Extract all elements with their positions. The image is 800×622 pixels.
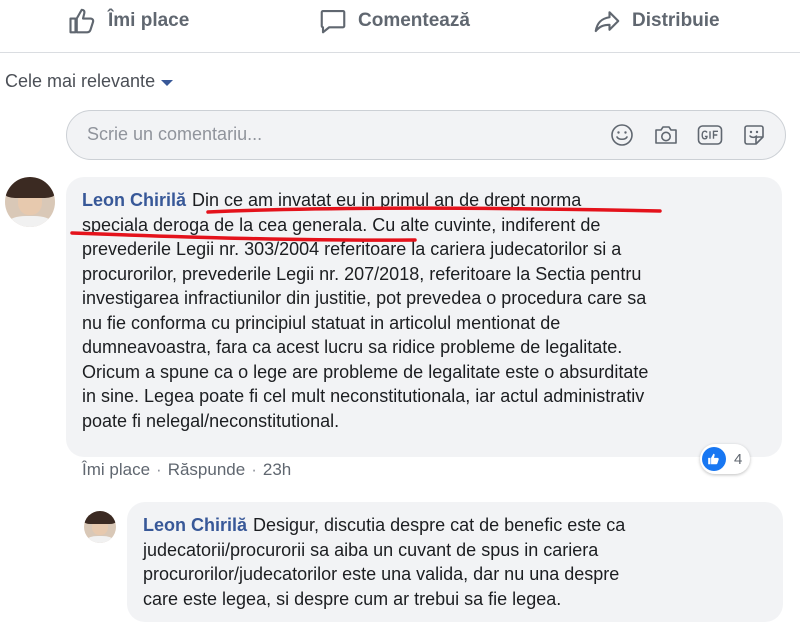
- comment-author-link[interactable]: Leon Chirilă: [82, 190, 186, 210]
- composer-placeholder: Scrie un comentariu...: [87, 124, 263, 144]
- comment-line-10: poate fi nelegal/neconstitutional.: [82, 410, 340, 431]
- share-action-button[interactable]: Distribuie: [592, 2, 720, 40]
- meta-separator: ·: [251, 460, 257, 479]
- comment-line-1: Din ce am invatat eu in primul an de dre…: [192, 190, 582, 210]
- comment-composer[interactable]: Scrie un comentariu...: [66, 110, 786, 160]
- reply-line-2: judecatorii/procurorii sa aiba un cuvant…: [143, 539, 599, 560]
- like-action-button[interactable]: Îmi place: [68, 2, 189, 40]
- gif-icon[interactable]: [697, 122, 723, 148]
- caret-down-icon: [161, 79, 174, 86]
- reply-author-link[interactable]: Leon Chirilă: [143, 515, 247, 535]
- comment-bubble: Leon Chirilă Din ce am invatat eu in prim…: [66, 177, 782, 457]
- comment-like-link[interactable]: Îmi place: [82, 460, 150, 480]
- comment-line-6: nu fie conforma cu principiul statuat in…: [82, 312, 561, 333]
- reply-line-1: Desigur, discutia despre cat de benefic …: [253, 515, 626, 535]
- reply-line-3: procurorilor/judecatorilor este una vali…: [143, 564, 620, 584]
- reply-bubble: Leon Chirilă Desigur, discutia despre cat…: [127, 502, 783, 622]
- like-reaction-icon: [702, 447, 726, 471]
- like-action-label: Îmi place: [108, 10, 190, 31]
- share-action-label: Distribuie: [632, 10, 720, 31]
- sticker-icon[interactable]: [741, 122, 767, 148]
- speech-bubble-icon: [320, 9, 346, 34]
- camera-icon[interactable]: [653, 122, 679, 148]
- comment-body: Leon Chirilă Din ce am invatat eu in prim…: [82, 188, 766, 433]
- comment-line-3: prevederile Legii nr. 303/2004 referitoa…: [82, 239, 622, 259]
- reply-body: Leon Chirilă Desigur, discutia despre cat…: [143, 513, 767, 611]
- commenter-avatar[interactable]: [5, 177, 55, 227]
- comment-line-5: investigarea infractiunilor din justitie…: [82, 288, 647, 308]
- comment-line-8: Oricum a spune ca o lege are probleme de…: [82, 361, 649, 382]
- comment-line-9: in sine. Legea poate fi cel mult neconst…: [82, 386, 645, 406]
- emoji-icon[interactable]: [609, 122, 635, 148]
- comment-action-button[interactable]: Comentează: [318, 2, 470, 40]
- share-arrow-icon: [594, 11, 620, 33]
- comment-sort-dropdown[interactable]: Cele mai relevante: [5, 71, 174, 92]
- post-action-bar: Îmi place Comentează Distribuie: [0, 0, 800, 53]
- comment-line-2: speciala deroga de la cea generala. Cu a…: [82, 214, 601, 235]
- comment-reply-link[interactable]: Răspunde: [168, 460, 246, 480]
- comment-timestamp[interactable]: 23h: [263, 460, 291, 480]
- reply-avatar[interactable]: [84, 511, 116, 543]
- thumbs-up-icon: [69, 8, 95, 34]
- composer-icons: [609, 122, 767, 148]
- comment-meta: Îmi place · Răspunde · 23h: [82, 460, 291, 480]
- reaction-summary[interactable]: 4: [700, 444, 751, 474]
- meta-separator: ·: [156, 460, 162, 479]
- sort-label: Cele mai relevante: [5, 71, 156, 91]
- comment-action-label: Comentează: [358, 10, 470, 31]
- comment-line-4: procurorilor, prevederile Legii nr. 207/…: [82, 263, 642, 284]
- reply-line-4: care este legea, si despre cum ar trebui…: [143, 588, 562, 609]
- comment-line-7: dumneavoastra, fara ca acest lucru sa ri…: [82, 337, 623, 357]
- reaction-count: 4: [734, 450, 743, 468]
